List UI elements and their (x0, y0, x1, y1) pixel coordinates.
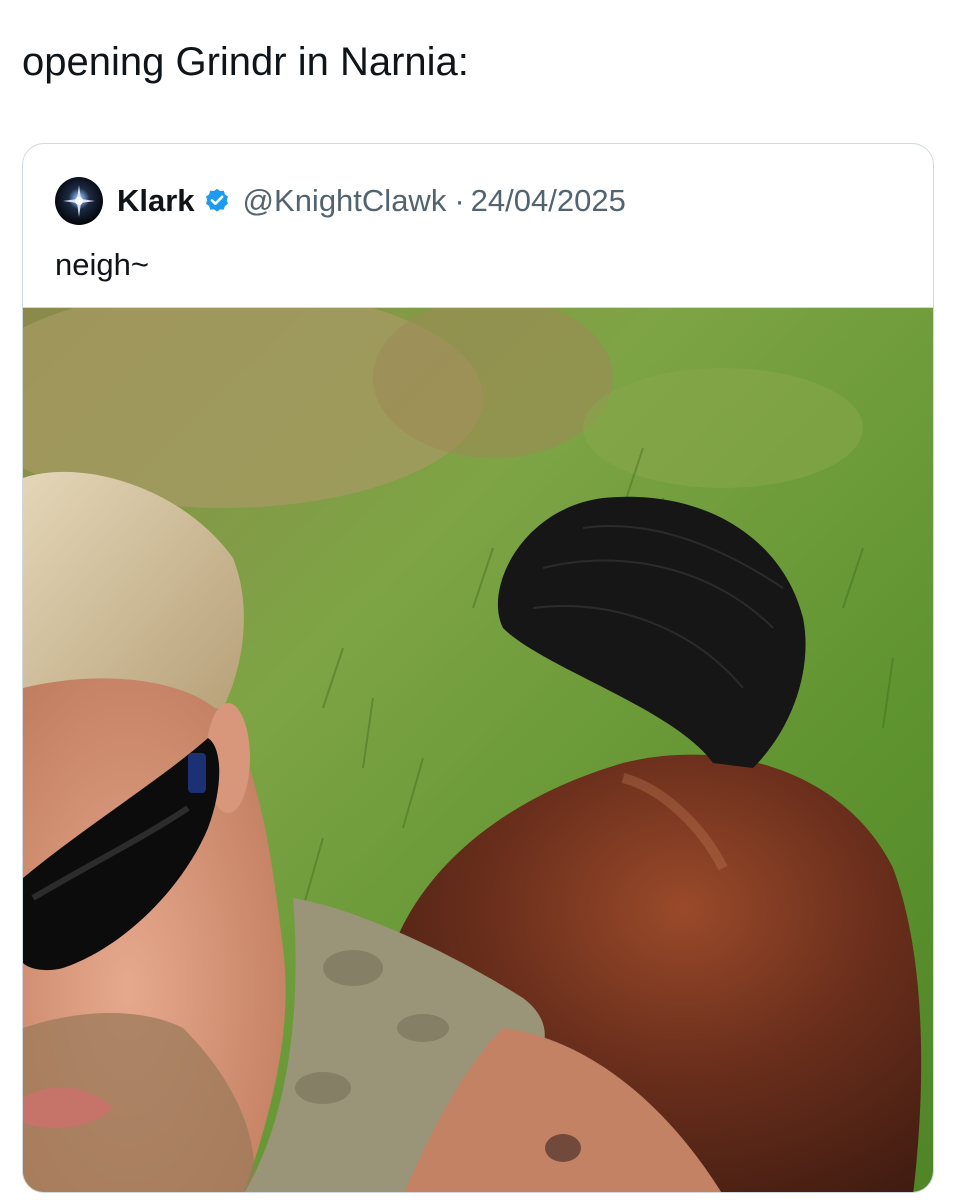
tweet-text: neigh~ (55, 247, 149, 282)
tweet-date[interactable]: 24/04/2025 (471, 183, 626, 219)
tweet-photo[interactable] (23, 307, 933, 1192)
post-text: opening Grindr in Narnia: (22, 40, 469, 84)
avatar-starburst-icon (63, 185, 95, 217)
quoted-tweet-card[interactable]: Klark @KnightClawk · 24/04/2025 neigh~ (22, 143, 934, 1193)
display-name[interactable]: Klark (117, 183, 195, 219)
user-handle[interactable]: @KnightClawk (243, 183, 447, 219)
avatar[interactable] (55, 177, 103, 225)
photo-illustration (23, 308, 933, 1192)
separator-dot: · (454, 183, 465, 218)
verified-badge-icon (205, 188, 228, 212)
quoted-tweet-header: Klark @KnightClawk · 24/04/2025 (55, 176, 626, 226)
